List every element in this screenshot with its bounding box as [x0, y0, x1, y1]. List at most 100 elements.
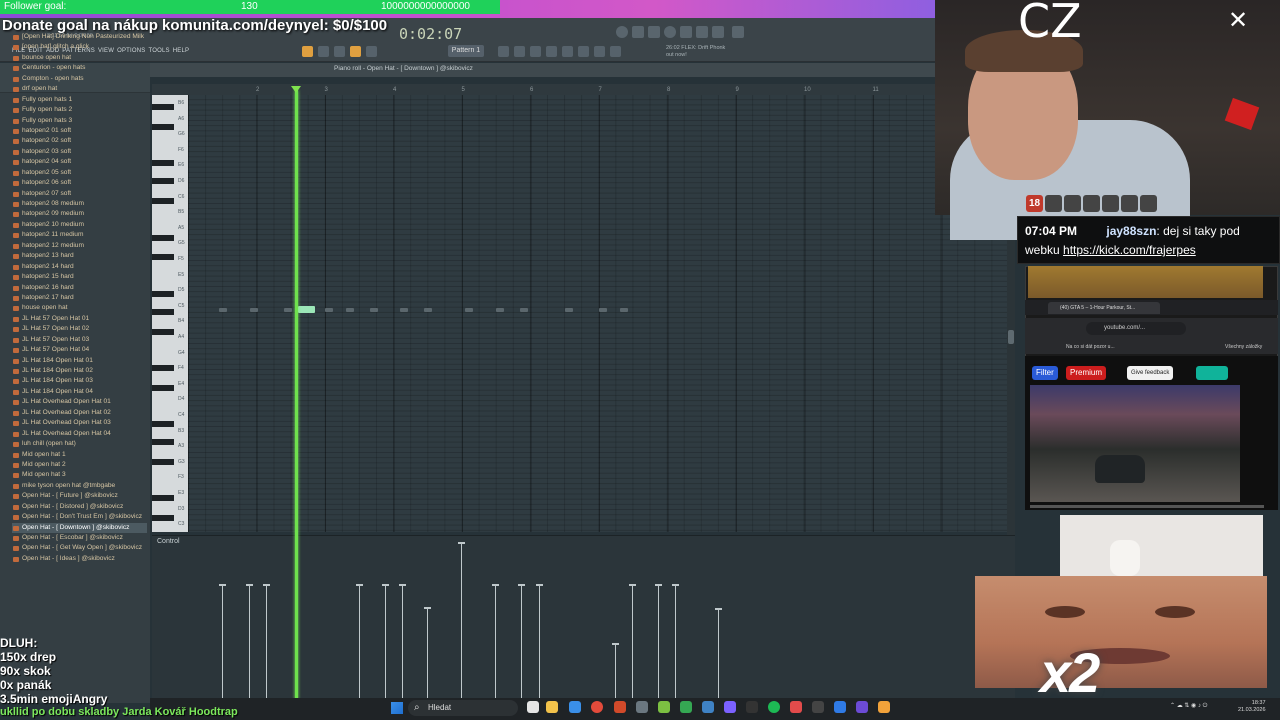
browser-item[interactable]: [open hat] glitch a glick [12, 42, 147, 52]
browser-item[interactable]: house open hat [12, 303, 147, 313]
browser-item[interactable]: hatopen2 11 medium [12, 230, 147, 240]
black-key[interactable] [152, 254, 174, 261]
address-bar[interactable]: youtube.com/... [1086, 322, 1186, 335]
browser-item[interactable]: Open Hat - [ Don't Trust Em ] @skibovicz [12, 512, 147, 522]
app-icon[interactable] [746, 701, 758, 713]
menu-item-tools[interactable]: TOOLS [149, 48, 170, 54]
scroll-thumb[interactable] [1008, 330, 1014, 344]
browser-item[interactable]: hatopen2 03 soft [12, 147, 147, 157]
chat-link[interactable]: https://kick.com/frajerpes [1063, 243, 1196, 257]
app-icon[interactable] [658, 701, 670, 713]
browser-item[interactable]: hatopen2 08 medium [12, 199, 147, 209]
store-icon[interactable] [569, 701, 581, 713]
browser-item[interactable]: JL Hat 184 Open Hat 03 [12, 376, 147, 386]
touch-keyboard-button[interactable] [610, 46, 621, 57]
news-panel[interactable]: 26:02 FLEX: Drift Phonk out now! [666, 45, 725, 59]
browser-item[interactable]: Open Hat - [ Downtown ] @skibovicz [12, 522, 147, 533]
event-editor[interactable] [152, 535, 1015, 703]
snap-icon[interactable] [712, 26, 724, 38]
plugin-picker-button[interactable] [578, 46, 589, 57]
video-progress[interactable] [1030, 505, 1264, 508]
browser-item[interactable]: bounce open hat [12, 53, 147, 63]
save-icon[interactable] [648, 26, 660, 38]
browser-item[interactable]: hatopen2 05 soft [12, 168, 147, 178]
browser-item[interactable]: JL Hat Overhead Open Hat 03 [12, 418, 147, 428]
browser-item[interactable]: hatopen2 07 soft [12, 189, 147, 199]
channel-rack-button[interactable] [530, 46, 541, 57]
project-tree-button[interactable] [594, 46, 605, 57]
all-bookmarks[interactable]: Všechny záložky [1225, 344, 1262, 350]
premium-chip[interactable]: Premium [1066, 366, 1107, 380]
velocity-bar[interactable] [715, 608, 722, 700]
pattern-selector[interactable]: Pattern 1 [448, 45, 484, 57]
app-icon[interactable] [790, 701, 802, 713]
app-icon[interactable] [702, 701, 714, 713]
app-icon[interactable] [614, 701, 626, 713]
excel-icon[interactable] [680, 701, 692, 713]
black-key[interactable] [152, 421, 174, 428]
play-button[interactable] [318, 46, 329, 57]
bookmark-item[interactable]: Na co si dát pozor u... [1066, 344, 1115, 350]
app-icon[interactable] [636, 701, 648, 713]
video-player[interactable] [1030, 385, 1240, 502]
black-key[interactable] [152, 308, 174, 315]
fl-studio-icon[interactable] [878, 701, 890, 713]
browser-item[interactable]: JL Hat 184 Open Hat 01 [12, 356, 147, 366]
velocity-bar[interactable] [246, 583, 253, 700]
velocity-bar[interactable] [263, 583, 270, 700]
black-key[interactable] [152, 365, 174, 372]
browser-tab[interactable]: (40) GTA 5 – 1-Hour Parkour, St... [1048, 302, 1160, 314]
black-key[interactable] [152, 515, 174, 522]
browser-item[interactable]: Open Hat - [ Distored ] @skibovicz [12, 502, 147, 512]
chat-icon[interactable] [732, 26, 744, 38]
black-key[interactable] [152, 123, 174, 130]
browser-item[interactable]: hatopen2 17 hard [12, 293, 147, 303]
browser-item[interactable]: JL Hat Overhead Open Hat 02 [12, 408, 147, 418]
feedback-button[interactable]: Give feedback [1127, 366, 1174, 380]
help-icon[interactable] [664, 26, 676, 38]
app-icon[interactable] [856, 701, 868, 713]
browser-item[interactable]: [Open Hat] Drinking Non Pasteurized Milk [12, 32, 147, 42]
discord-icon[interactable] [724, 701, 736, 713]
playhead[interactable] [295, 90, 298, 700]
browser-item[interactable]: Fully open hats 3 [12, 116, 147, 126]
browser-item[interactable]: hatopen2 12 medium [12, 241, 147, 251]
browser-item[interactable]: JL Hat 57 Open Hat 02 [12, 324, 147, 334]
menu-item-help[interactable]: HELP [173, 48, 189, 54]
browser-item[interactable]: Mid open hat 3 [12, 470, 147, 480]
black-key[interactable] [152, 384, 174, 391]
browser-item[interactable]: JL Hat 57 Open Hat 04 [12, 345, 147, 355]
browser-item[interactable]: hatopen2 15 hard [12, 272, 147, 282]
browser-item[interactable]: Compton - open hats [12, 74, 147, 84]
black-key[interactable] [152, 178, 174, 185]
velocity-bar[interactable] [399, 583, 406, 700]
browser-item[interactable]: JL Hat Overhead Open Hat 01 [12, 397, 147, 407]
browser-item[interactable]: Mid open hat 1 [12, 450, 147, 460]
audio-icon[interactable] [680, 26, 692, 38]
playhead-marker[interactable] [291, 86, 301, 93]
black-key[interactable] [152, 234, 174, 241]
browser-item[interactable]: Open Hat - [ Get Way Open ] @skibovicz [12, 543, 147, 553]
browser-item[interactable]: hatopen2 14 hard [12, 262, 147, 272]
velocity-bar[interactable] [492, 583, 499, 700]
tempo-button[interactable] [366, 46, 377, 57]
browser-item[interactable]: JL Hat 184 Open Hat 02 [12, 366, 147, 376]
velocity-bar[interactable] [655, 583, 662, 700]
browser-item[interactable]: Fully open hats 2 [12, 105, 147, 115]
note[interactable] [298, 306, 315, 313]
browser-item[interactable]: Open Hat - [ Ideas ] @skibovicz [12, 554, 147, 564]
browser-item[interactable]: Centurion - open hats [12, 63, 147, 73]
black-key[interactable] [152, 458, 174, 465]
browser-item[interactable]: Open Hat - [ Future ] @skibovicz [12, 491, 147, 501]
velocity-bar[interactable] [536, 583, 543, 700]
task-view-icon[interactable] [527, 701, 539, 713]
app-icon[interactable] [834, 701, 846, 713]
velocity-bar[interactable] [219, 583, 226, 700]
browser-item[interactable]: hatopen2 02 soft [12, 136, 147, 146]
extension-button[interactable] [1196, 366, 1228, 380]
black-key[interactable] [152, 439, 174, 446]
pattern-mode-button[interactable] [302, 46, 313, 57]
render-icon[interactable] [696, 26, 708, 38]
black-key[interactable] [152, 328, 174, 335]
file-explorer-icon[interactable] [546, 701, 558, 713]
